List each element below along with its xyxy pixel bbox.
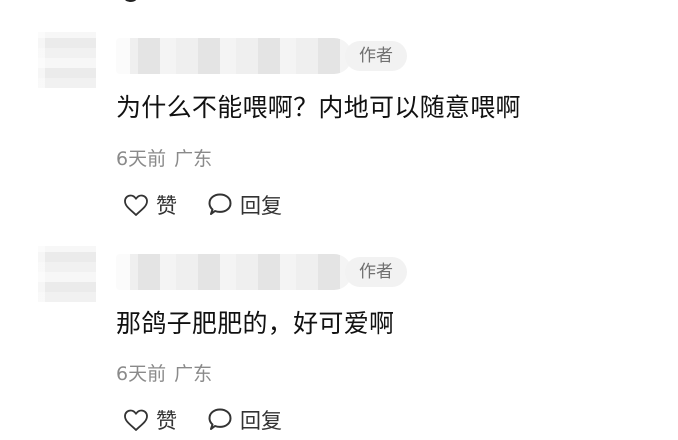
comment-time: 6天前: [116, 363, 167, 385]
comment-location: 广东: [174, 148, 213, 170]
avatar[interactable]: [38, 32, 96, 88]
heart-icon: [124, 194, 148, 216]
heart-icon: [124, 409, 148, 431]
username-blurred[interactable]: [116, 254, 352, 290]
reply-label: 回复: [240, 194, 282, 218]
comment-text: 那鸽子肥肥的，好可爱啊: [116, 309, 395, 338]
comment-time: 6天前: [116, 148, 167, 170]
comment-bubble-icon: [208, 408, 232, 430]
reply-button[interactable]: 回复: [206, 190, 282, 220]
comment-meta: 6天前 广东: [116, 359, 212, 386]
author-tag: 作者: [345, 257, 407, 287]
author-tag: 作者: [345, 41, 407, 71]
like-button[interactable]: 赞: [122, 190, 177, 220]
like-label: 赞: [156, 194, 177, 218]
username-blurred[interactable]: [116, 38, 352, 74]
comment-text: 为什么不能喂啊？内地可以随意喂啊: [116, 93, 521, 122]
like-label: 赞: [156, 409, 177, 433]
comment-bubble-icon: [208, 193, 232, 215]
reply-label: 回复: [240, 409, 282, 433]
comment-meta: 6天前 广东: [116, 144, 212, 171]
like-button[interactable]: 赞: [122, 405, 177, 435]
comment-location: 广东: [174, 363, 213, 385]
reply-button[interactable]: 回复: [206, 405, 282, 435]
cut-off-icons: [125, 0, 137, 3]
avatar[interactable]: [38, 246, 96, 302]
